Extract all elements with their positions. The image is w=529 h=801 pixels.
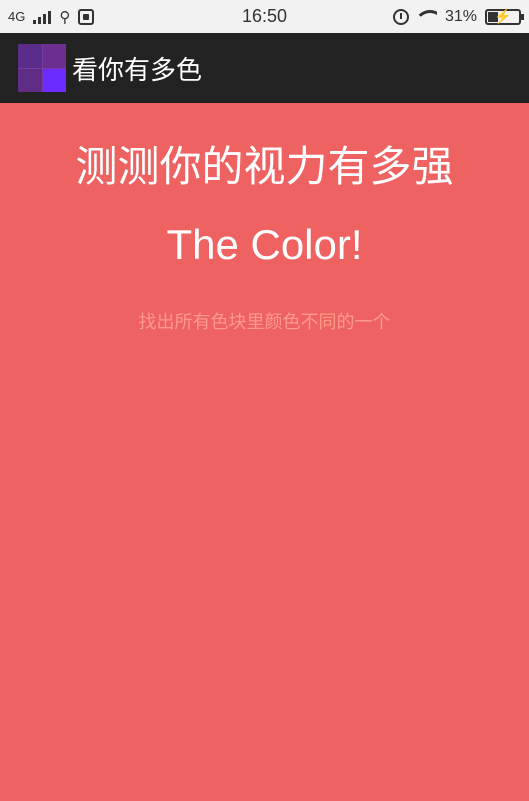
logo-cell xyxy=(42,44,66,68)
alarm-icon xyxy=(392,8,409,25)
app-title: 看你有多色 xyxy=(72,55,203,86)
headline: 测测你的视力有多强 xyxy=(75,142,454,191)
logo-cell xyxy=(42,68,66,92)
battery-icon: ⚡ xyxy=(485,7,524,25)
status-bar-right: 31% ⚡ xyxy=(392,0,524,33)
game-subtitle: The Color! xyxy=(166,221,363,268)
app-bar: 看你有多色 xyxy=(0,33,529,103)
instruction-hint: 找出所有色块里颜色不同的一个 xyxy=(138,312,391,333)
logo-cell xyxy=(18,44,42,68)
battery-percent: 31% xyxy=(444,7,477,25)
main-screen[interactable]: 测测你的视力有多强 The Color! 找出所有色块里颜色不同的一个 xyxy=(0,103,529,801)
logo-cell xyxy=(18,68,42,92)
wifi-icon xyxy=(416,9,437,24)
status-bar: 4G ⚲ 16:50 31% ⚡ xyxy=(0,0,529,33)
app-logo-icon[interactable] xyxy=(18,44,66,92)
charging-bolt-icon: ⚡ xyxy=(494,7,512,24)
